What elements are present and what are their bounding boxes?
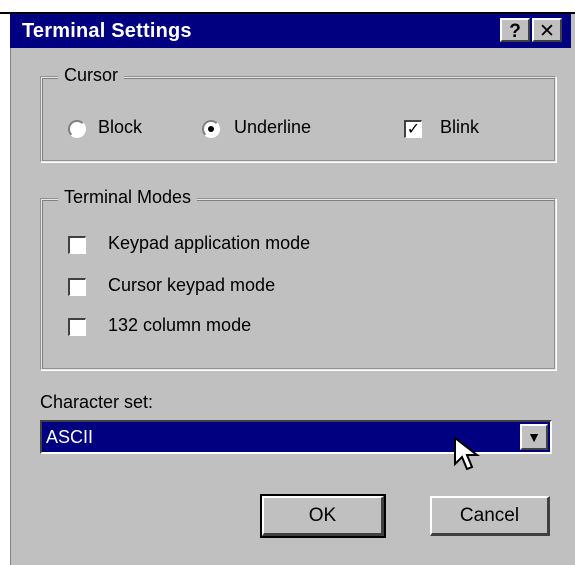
cancel-button[interactable]: Cancel bbox=[430, 496, 550, 536]
window-top-edge bbox=[0, 0, 575, 14]
underline-label[interactable]: Underline bbox=[234, 117, 311, 138]
132-column-mode-label[interactable]: 132 column mode bbox=[108, 315, 251, 336]
keypad-application-mode-label[interactable]: Keypad application mode bbox=[108, 233, 310, 254]
terminal-modes-group: Terminal Modes Keypad application mode C… bbox=[40, 187, 556, 370]
terminal-modes-group-label: Terminal Modes bbox=[58, 187, 198, 208]
keypad-application-mode-checkbox[interactable] bbox=[68, 236, 86, 254]
window-title: Terminal Settings bbox=[22, 20, 192, 42]
132-column-mode-checkbox[interactable] bbox=[68, 318, 86, 336]
blink-label[interactable]: Blink bbox=[440, 117, 479, 138]
close-button[interactable]: ✕ bbox=[532, 18, 562, 42]
block-label[interactable]: Block bbox=[98, 117, 142, 138]
dropdown-arrow-icon[interactable]: ▼ bbox=[520, 424, 548, 450]
cursor-group-label: Cursor bbox=[58, 65, 125, 86]
blink-checkbox[interactable]: ✓ bbox=[404, 120, 422, 138]
cursor-keypad-mode-label[interactable]: Cursor keypad mode bbox=[108, 275, 275, 296]
block-radio[interactable] bbox=[68, 120, 86, 138]
character-set-label: Character set: bbox=[40, 392, 154, 412]
character-set-value: ASCII bbox=[46, 427, 94, 447]
underline-radio[interactable] bbox=[202, 120, 220, 138]
dialog-window: Terminal Settings ? ✕ Cursor Block Under… bbox=[0, 0, 575, 565]
window-left-edge bbox=[0, 14, 11, 565]
mouse-pointer-icon bbox=[454, 436, 480, 471]
cursor-keypad-mode-checkbox[interactable] bbox=[68, 278, 86, 296]
help-button[interactable]: ? bbox=[500, 18, 530, 42]
cursor-group: Cursor Block Underline ✓ Blink bbox=[40, 65, 556, 162]
title-bar[interactable]: Terminal Settings ? ✕ bbox=[10, 14, 571, 48]
ok-button[interactable]: OK bbox=[260, 494, 386, 538]
